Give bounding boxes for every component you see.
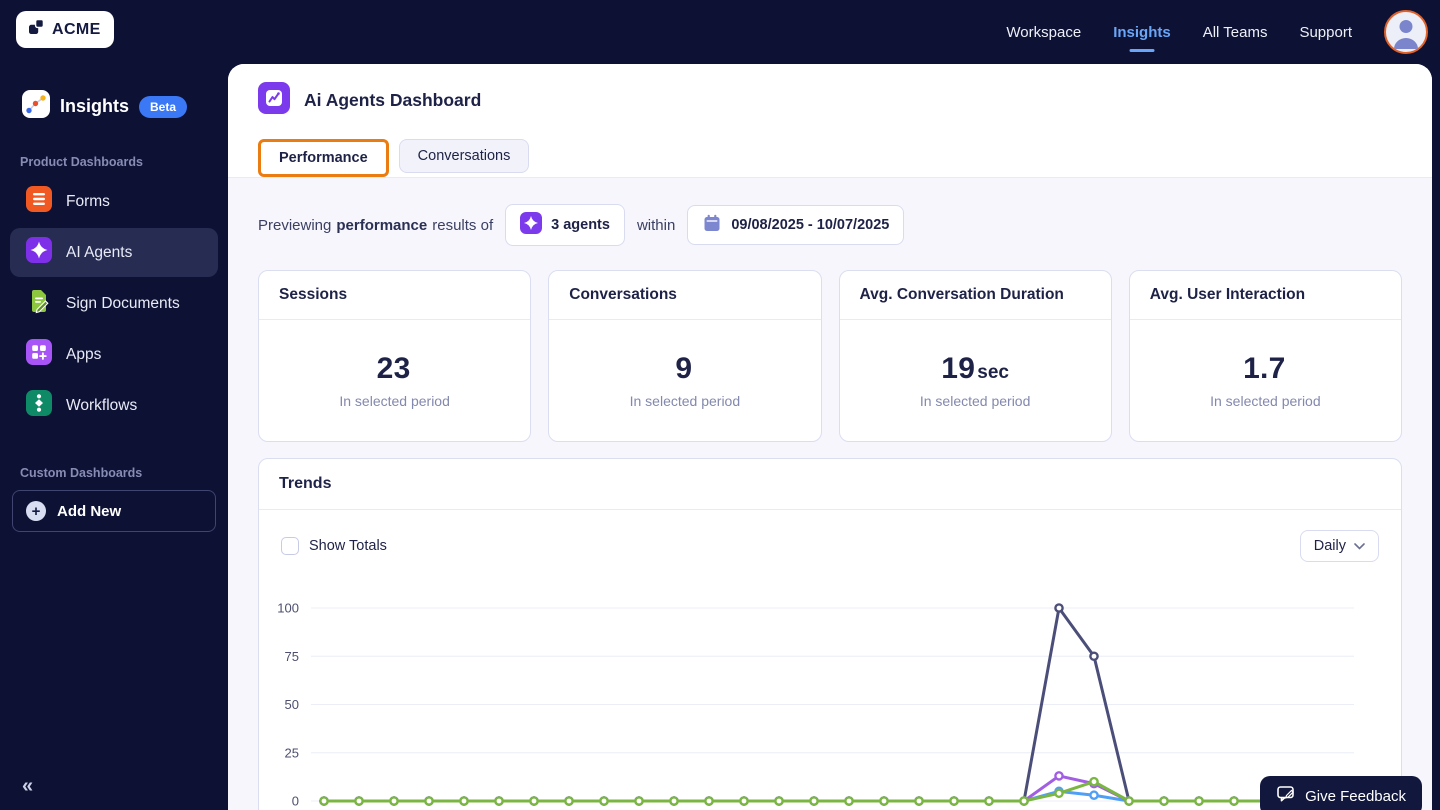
main-panel: Ai Agents Dashboard Performance Conversa…	[228, 64, 1432, 810]
metric-cards-row: Sessions 23 In selected period Conversat…	[258, 270, 1402, 442]
sidebar-item-workflows[interactable]: Workflows	[10, 381, 218, 430]
filter-phrase: Previewing performance results of	[258, 216, 494, 234]
sidebar-item-sign-documents[interactable]: Sign Documents	[10, 279, 218, 328]
acme-logo-icon	[27, 18, 45, 41]
top-navigation: Workspace Insights All Teams Support	[1006, 0, 1428, 64]
section-label-custom-dashboards: Custom Dashboards	[20, 466, 143, 480]
svg-text:0: 0	[292, 794, 299, 809]
nav-support[interactable]: Support	[1299, 0, 1352, 64]
metric-card-avg-duration: Avg. Conversation Duration 19 sec In sele…	[838, 270, 1112, 442]
nav-insights[interactable]: Insights	[1113, 0, 1171, 64]
show-totals-label: Show Totals	[309, 538, 387, 554]
highlight-annotation: Performance	[258, 139, 389, 177]
apps-icon	[26, 339, 52, 370]
add-new-button[interactable]: + Add New	[12, 490, 216, 532]
section-label-product-dashboards: Product Dashboards	[20, 155, 143, 169]
acme-logo-text: ACME	[52, 20, 101, 38]
tab-bar: Performance Conversations	[258, 139, 1402, 177]
sidebar-item-apps[interactable]: Apps	[10, 330, 218, 379]
sidebar-item-ai-agents[interactable]: AI Agents	[10, 228, 218, 277]
person-icon	[1394, 20, 1418, 49]
feedback-icon	[1276, 784, 1296, 808]
tab-conversations[interactable]: Conversations	[398, 139, 530, 173]
dashboard-content: Previewing performance results of 3 agen…	[228, 178, 1432, 810]
acme-logo[interactable]: ACME	[16, 11, 114, 48]
chevron-down-icon	[1354, 538, 1365, 554]
show-totals-checkbox[interactable]	[281, 537, 299, 555]
tab-performance[interactable]: Performance	[261, 142, 386, 174]
sidebar: Insights Beta Product Dashboards Forms A…	[0, 64, 228, 810]
sidebar-app-title: Insights	[60, 96, 130, 116]
sidebar-app-header: Insights Beta	[22, 90, 212, 123]
workflows-icon	[26, 390, 52, 421]
dashboard-header: Ai Agents Dashboard Performance Conversa…	[228, 64, 1432, 178]
sign-documents-icon	[26, 288, 52, 319]
svg-text:100: 100	[277, 601, 299, 616]
ai-agents-icon	[26, 237, 52, 268]
trends-card: Trends Show Totals Daily 0 25 50 75 100	[258, 458, 1402, 810]
trends-chart: 0 25 50 75 100	[277, 601, 1354, 809]
trends-title: Trends	[259, 459, 1401, 510]
filter-bar: Previewing performance results of 3 agen…	[258, 204, 1402, 246]
user-avatar[interactable]	[1384, 10, 1428, 54]
insights-app-icon	[22, 90, 50, 123]
svg-text:25: 25	[285, 745, 299, 760]
metric-card-avg-interaction: Avg. User Interaction 1.7 In selected pe…	[1128, 270, 1402, 442]
beta-badge: Beta	[139, 95, 188, 118]
avg-interaction-value: 1.7	[1243, 352, 1286, 385]
nav-all-teams[interactable]: All Teams	[1203, 0, 1268, 64]
interval-select[interactable]: Daily	[1299, 530, 1379, 562]
dashboard-icon	[258, 82, 290, 119]
date-range-button[interactable]: 09/08/2025 - 10/07/2025	[687, 205, 905, 245]
sidebar-item-forms[interactable]: Forms	[10, 177, 218, 226]
plus-icon: +	[26, 501, 46, 521]
conversations-value: 9	[675, 352, 693, 385]
svg-text:50: 50	[285, 697, 299, 712]
within-label: within	[636, 216, 676, 234]
page-title: Ai Agents Dashboard	[304, 90, 482, 110]
agent-sparkle-icon	[520, 212, 543, 238]
calendar-icon	[702, 213, 722, 237]
nav-workspace[interactable]: Workspace	[1006, 0, 1081, 64]
give-feedback-button[interactable]: Give Feedback	[1260, 776, 1422, 810]
sessions-value: 23	[376, 352, 411, 385]
top-bar: ACME Workspace Insights All Teams Suppor…	[0, 0, 1440, 64]
forms-icon	[26, 186, 52, 217]
metric-card-conversations: Conversations 9 In selected period	[548, 270, 822, 442]
metric-card-sessions: Sessions 23 In selected period	[258, 270, 532, 442]
collapse-sidebar-icon[interactable]: «	[22, 775, 33, 798]
avg-duration-value: 19	[941, 352, 976, 385]
show-totals-control: Show Totals	[281, 537, 387, 555]
svg-text:75: 75	[285, 649, 299, 664]
agents-select-button[interactable]: 3 agents	[505, 204, 625, 246]
